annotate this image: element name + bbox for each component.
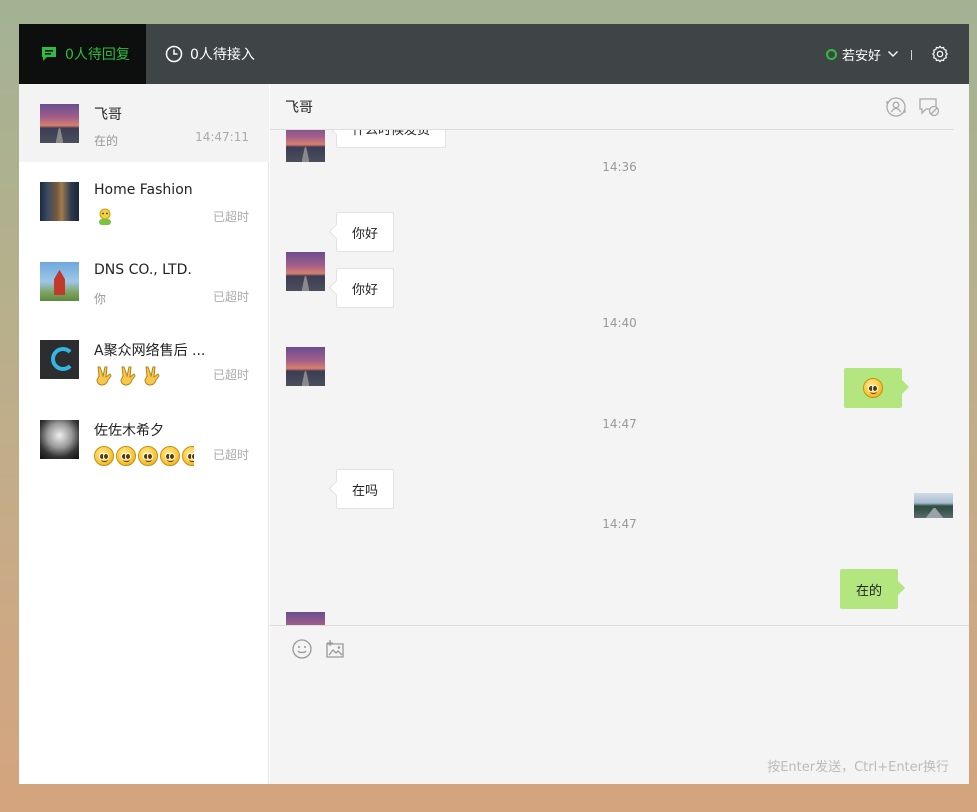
- avatar: [286, 612, 325, 625]
- person-emoji-icon: [99, 208, 111, 225]
- conversation-preview: 你: [94, 291, 107, 306]
- conversation-item[interactable]: 飞哥 在的 14:47:11: [19, 84, 269, 162]
- clock-icon: [165, 45, 183, 63]
- message-bubble: 你好: [336, 268, 395, 308]
- message-bubble-emoji: [844, 368, 902, 408]
- message-timestamp: 14:36: [602, 160, 637, 174]
- conversation-name: Home Fashion: [94, 182, 193, 198]
- smiley-emoji-icon: [160, 446, 180, 466]
- avatar: [286, 130, 325, 162]
- chat-header: 飞哥: [270, 84, 954, 130]
- smiley-emoji-icon: [116, 446, 136, 466]
- tab-pending-reply[interactable]: 0人待回复: [19, 24, 146, 84]
- chat-panel: 飞哥 什么时候发货 14:36 你好 你好 14:40 14:47 在吗 14:…: [270, 84, 969, 784]
- chat-title: 飞哥: [285, 100, 313, 116]
- conversation-item[interactable]: 佐佐木希夕 已超时: [19, 400, 269, 478]
- message-input[interactable]: [285, 670, 955, 760]
- chat-bubble-icon: [42, 47, 56, 61]
- conversation-item[interactable]: Home Fashion 已超时: [19, 162, 269, 240]
- smiley-emoji-icon: [94, 446, 114, 466]
- divider: [911, 50, 912, 60]
- message-composer: 按Enter发送，Ctrl+Enter换行: [270, 625, 969, 784]
- chevron-down-icon: [888, 51, 898, 57]
- avatar: [40, 262, 79, 301]
- conversation-time: 已超时: [212, 290, 249, 304]
- avatar: [40, 182, 79, 221]
- avatar: [286, 347, 325, 386]
- message-bubble: 在的: [840, 569, 899, 609]
- image-icon[interactable]: [324, 638, 346, 660]
- tab-pending-accept[interactable]: 0人待接入: [165, 24, 255, 84]
- conversation-list: 飞哥 在的 14:47:11 Home Fashion 已超时 DNS CO.,…: [19, 84, 269, 784]
- conversation-preview: 在的: [94, 133, 119, 148]
- end-chat-icon[interactable]: [918, 96, 940, 118]
- message-timestamp: 14:47: [602, 517, 637, 531]
- tab-pending-accept-label: 0人待接入: [190, 47, 255, 63]
- tab-pending-reply-label: 0人待回复: [65, 47, 130, 63]
- avatar: [286, 252, 325, 291]
- conversation-name: DNS CO., LTD.: [94, 262, 192, 278]
- message-bubble: 在吗: [336, 469, 395, 509]
- avatar: [914, 493, 953, 518]
- avatar: [40, 104, 79, 143]
- conversation-preview: [94, 207, 116, 229]
- conversation-time: 已超时: [212, 210, 249, 224]
- message-timestamp: 14:40: [602, 316, 637, 330]
- conversation-item[interactable]: DNS CO., LTD. 你 已超时: [19, 242, 269, 320]
- victory-emoji-icon: [96, 366, 112, 386]
- conversation-time: 14:47:11: [195, 130, 249, 144]
- conversation-time: 已超时: [212, 368, 249, 382]
- top-bar: 0人待回复 0人待接入 若安好: [19, 24, 969, 84]
- conversation-name: A聚众网络售后 ...: [94, 343, 206, 359]
- conversation-name: 佐佐木希夕: [94, 423, 164, 439]
- status-name: 若安好: [841, 48, 881, 64]
- conversation-preview: [94, 445, 194, 467]
- conversation-preview: [94, 365, 164, 387]
- message-list[interactable]: 什么时候发货 14:36 你好 你好 14:40 14:47 在吗 14:47 …: [270, 130, 969, 625]
- message-timestamp: 14:47: [602, 417, 637, 431]
- victory-emoji-icon: [120, 366, 136, 386]
- chat-window: 0人待回复 0人待接入 若安好 飞哥 在的 14:47:11 Home Fash…: [19, 24, 969, 784]
- conversation-name: 飞哥: [94, 107, 122, 123]
- smiley-emoji-icon: [138, 446, 158, 466]
- emoji-icon[interactable]: [291, 638, 313, 660]
- conversation-item[interactable]: A聚众网络售后 ... 已超时: [19, 320, 269, 398]
- status-selector[interactable]: 若安好: [825, 24, 899, 84]
- gear-icon[interactable]: [931, 45, 949, 63]
- victory-emoji-icon: [144, 366, 160, 386]
- message-bubble: 你好: [336, 212, 395, 252]
- avatar: [40, 420, 79, 459]
- avatar: [40, 340, 79, 379]
- smiley-emoji-icon: [182, 446, 194, 466]
- conversation-time: 已超时: [212, 448, 249, 462]
- transfer-user-icon[interactable]: [885, 96, 907, 118]
- message-bubble: 什么时候发货: [336, 130, 447, 148]
- online-status-icon: [825, 48, 837, 60]
- send-hint: 按Enter发送，Ctrl+Enter换行: [767, 760, 949, 775]
- smiley-emoji-icon: [863, 378, 883, 398]
